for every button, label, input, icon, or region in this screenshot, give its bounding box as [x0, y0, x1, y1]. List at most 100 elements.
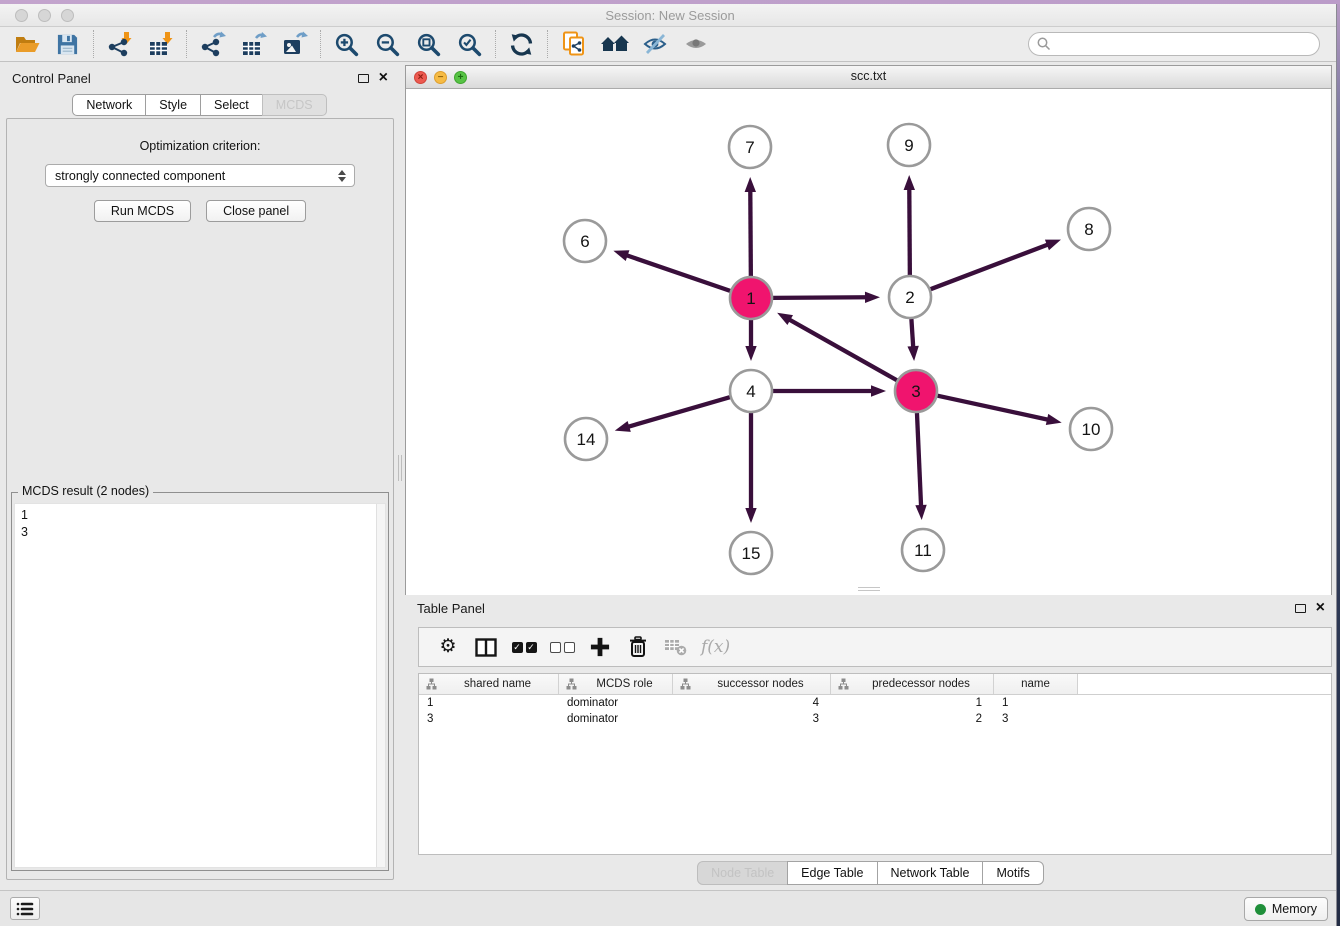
cell-predecessor-nodes[interactable]: 2 [831, 711, 994, 727]
graph-node-9[interactable]: 9 [888, 124, 930, 166]
column-header-successor-nodes[interactable]: successor nodes [673, 674, 831, 694]
delete-table-icon [664, 637, 688, 657]
close-table-panel-icon[interactable]: × [1316, 601, 1325, 615]
zoom-in-button[interactable] [326, 29, 367, 59]
show-hidden-button[interactable] [676, 29, 717, 59]
delete-table-button[interactable] [663, 632, 689, 662]
graph-edge-2-3[interactable] [911, 319, 913, 349]
cell-MCDS-role[interactable]: dominator [559, 711, 673, 727]
save-session-button[interactable] [47, 29, 88, 59]
graph-edge-3-11[interactable] [917, 413, 921, 508]
float-panel-icon[interactable] [358, 74, 369, 83]
zoom-out-button[interactable] [367, 29, 408, 59]
import-table-button[interactable] [140, 29, 181, 59]
graph-node-8[interactable]: 8 [1068, 208, 1110, 250]
select-all-columns-button[interactable]: ✓ ✓ [511, 632, 537, 662]
graph-edge-3-1[interactable] [788, 319, 897, 381]
duplicate-network-button[interactable] [553, 29, 594, 59]
search-icon [1037, 37, 1051, 51]
cell-name[interactable]: 3 [994, 711, 1078, 727]
table-settings-button[interactable]: ⚙ [435, 632, 461, 662]
graph-node-4[interactable]: 4 [730, 370, 772, 412]
export-network-button[interactable] [192, 29, 233, 59]
column-header-predecessor-nodes[interactable]: predecessor nodes [831, 674, 994, 694]
graph-edge-4-14[interactable] [626, 397, 730, 427]
cell-successor-nodes[interactable]: 4 [673, 695, 831, 711]
open-folder-icon [14, 33, 40, 55]
function-builder-button[interactable]: f(x) [701, 632, 730, 662]
export-image-button[interactable] [274, 29, 315, 59]
table-row-0[interactable]: 1dominator411 [419, 695, 1331, 711]
horizontal-split-handle[interactable] [858, 587, 880, 592]
create-column-button[interactable] [587, 632, 613, 662]
tab-network[interactable]: Network [72, 94, 146, 116]
desktop-wallpaper-sliver-top [0, 0, 1340, 4]
cell-predecessor-nodes[interactable]: 1 [831, 695, 994, 711]
close-panel-button[interactable]: Close panel [206, 200, 306, 222]
show-all-networks-button[interactable] [594, 29, 635, 59]
graph-edge-2-9[interactable] [909, 187, 910, 275]
houses-icon [600, 32, 630, 56]
mcds-result-area[interactable]: 1 3 [14, 503, 386, 868]
graph-node-14[interactable]: 14 [565, 418, 607, 460]
criterion-select[interactable]: strongly connected component [45, 164, 355, 187]
graph-node-6[interactable]: 6 [564, 220, 606, 262]
tab-style[interactable]: Style [145, 94, 201, 116]
hide-selected-button[interactable] [635, 29, 676, 59]
tab-node-table[interactable]: Node Table [697, 861, 788, 885]
tab-motifs[interactable]: Motifs [982, 861, 1043, 885]
column-tree-icon [566, 678, 577, 690]
unselect-all-columns-button[interactable] [549, 632, 575, 662]
graph-node-1[interactable]: 1 [730, 277, 772, 319]
run-mcds-button[interactable]: Run MCDS [94, 200, 191, 222]
column-header-shared-name[interactable]: shared name [419, 674, 559, 694]
graph-node-7[interactable]: 7 [729, 126, 771, 168]
cell-name[interactable]: 1 [994, 695, 1078, 711]
node-table: shared nameMCDS rolesuccessor nodesprede… [418, 673, 1332, 855]
graph-node-10[interactable]: 10 [1070, 408, 1112, 450]
export-table-icon [241, 31, 267, 57]
cell-successor-nodes[interactable]: 3 [673, 711, 831, 727]
cell-shared-name[interactable]: 3 [419, 711, 559, 727]
network-canvas[interactable]: 1 2 3 4 6 7 8 9 10 11 14 15 [406, 89, 1331, 595]
cell-shared-name[interactable]: 1 [419, 695, 559, 711]
network-window-titlebar[interactable]: × − + scc.txt [406, 66, 1331, 89]
zoom-selected-button[interactable] [449, 29, 490, 59]
zoom-fit-button[interactable] [408, 29, 449, 59]
tab-select[interactable]: Select [200, 94, 263, 116]
task-history-button[interactable] [10, 897, 40, 920]
graph-edge-1-6[interactable] [625, 255, 730, 291]
export-table-button[interactable] [233, 29, 274, 59]
close-panel-icon[interactable]: × [379, 71, 388, 85]
float-table-panel-icon[interactable] [1295, 604, 1306, 613]
tab-edge-table[interactable]: Edge Table [787, 861, 877, 885]
graph-edge-2-8[interactable] [931, 244, 1050, 289]
column-header-name[interactable]: name [994, 674, 1078, 694]
tab-network-table[interactable]: Network Table [877, 861, 984, 885]
memory-button[interactable]: Memory [1244, 897, 1328, 921]
vertical-split-handle[interactable] [398, 455, 403, 481]
graph-node-2[interactable]: 2 [889, 276, 931, 318]
import-table-icon [148, 31, 174, 57]
delete-column-button[interactable] [625, 632, 651, 662]
cell-MCDS-role[interactable]: dominator [559, 695, 673, 711]
show-column-panel-button[interactable] [473, 632, 499, 662]
open-session-button[interactable] [6, 29, 47, 59]
control-panel-tabs: NetworkStyleSelectMCDS [0, 94, 400, 116]
result-scrollbar[interactable] [376, 504, 385, 867]
mcds-result-group: MCDS result (2 nodes) 1 3 [11, 492, 389, 871]
graph-node-15[interactable]: 15 [730, 532, 772, 574]
search-input[interactable] [1028, 32, 1320, 56]
svg-text:6: 6 [580, 232, 589, 251]
tab-mcds[interactable]: MCDS [262, 94, 327, 116]
column-header-MCDS-role[interactable]: MCDS role [559, 674, 673, 694]
apply-layout-button[interactable] [501, 29, 542, 59]
import-network-button[interactable] [99, 29, 140, 59]
graph-edge-1-2[interactable] [773, 297, 868, 298]
graph-node-11[interactable]: 11 [902, 529, 944, 571]
graph-edge-3-10[interactable] [937, 396, 1049, 420]
desktop-wallpaper-sliver-right [1336, 4, 1340, 926]
table-row-1[interactable]: 3dominator323 [419, 711, 1331, 727]
graph-node-3[interactable]: 3 [895, 370, 937, 412]
graph-edge-1-7[interactable] [750, 189, 751, 276]
